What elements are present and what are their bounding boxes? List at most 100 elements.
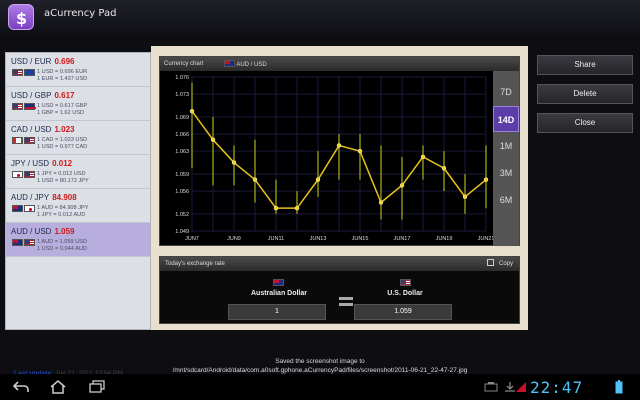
status-clock: 22:47 (530, 378, 584, 397)
copy-button[interactable]: Copy (486, 259, 513, 268)
data-point (336, 143, 342, 148)
pair-conversions: 1 USD = 0.617 GBP 1 GBP = 1.62 USD (37, 103, 87, 117)
pair-rate: 0.012 (52, 159, 73, 168)
toast-message: Saved the screenshot image to /mnt/sdcar… (0, 357, 640, 375)
us-flag-icon (12, 103, 23, 110)
share-button[interactable]: Share (537, 55, 633, 75)
x-tick-label: JUN7 (185, 236, 199, 242)
us-flag-icon (24, 239, 35, 246)
au-flag-icon (12, 239, 23, 246)
pair-line-1: 1 JPY = 0.012 USD (37, 171, 86, 177)
pair-name: USD / GBP 0.617 (11, 91, 74, 100)
australia-flag-icon (273, 279, 284, 286)
y-tick-label: 1.049 (175, 229, 189, 235)
data-point (294, 205, 300, 211)
y-tick-label: 1.073 (175, 92, 189, 98)
recent-apps-icon[interactable] (88, 380, 106, 394)
y-tick-label: 1.052 (175, 212, 189, 218)
chart-pair-label: AUD / USD (236, 62, 267, 69)
home-icon[interactable] (49, 380, 67, 394)
range-selector: 7D 14D 1M 3M 6M (493, 71, 519, 246)
pair-name: AUD / USD 1.059 (11, 227, 74, 236)
pair-name: CAD / USD 1.023 (11, 125, 74, 134)
pair-line-2: 1 JPY = 0.012 AUD (37, 212, 86, 218)
range-button-14d[interactable]: 14D (493, 106, 519, 132)
from-amount-field[interactable]: 1 (228, 304, 326, 320)
to-amount-field[interactable]: 1.059 (354, 304, 452, 320)
toast-line-1: Saved the screenshot image to (275, 358, 365, 365)
exchange-title: Today's exchange rate (165, 261, 225, 267)
pair-label: JPY / USD (11, 159, 50, 168)
svg-text:$: $ (16, 9, 27, 28)
range-button-6m[interactable]: 6M (493, 187, 519, 213)
pair-line-1: 1 CAD = 1.023 USD (37, 137, 88, 143)
chart-title: Currency chart (164, 61, 204, 67)
exchange-header: Today's exchange rate Copy (160, 257, 519, 271)
signal-icon (516, 382, 526, 392)
x-tick-label: JUN17 (394, 236, 411, 242)
eu-flag-icon (24, 69, 35, 76)
pair-line-1: 1 AUD = 1.059 USD (37, 239, 87, 245)
us-flag-icon (24, 171, 35, 178)
data-point (462, 194, 468, 199)
pair-line-2: 1 USD = 0.944 AUD (37, 246, 87, 252)
battery-icon (615, 380, 623, 394)
currency-pair-row[interactable]: CAD / USD 1.023 1 CAD = 1.023 USD 1 USD = 0… (6, 121, 150, 155)
pair-rate: 1.023 (54, 125, 75, 134)
pair-label: USD / GBP (11, 91, 52, 100)
pair-rate: 84.908 (52, 193, 77, 202)
data-point (378, 200, 384, 205)
range-button-7d[interactable]: 7D (493, 79, 519, 105)
us-flag-icon (24, 137, 35, 144)
ca-flag-icon (12, 137, 23, 144)
app-title: aCurrency Pad (44, 8, 117, 19)
data-point (252, 177, 258, 182)
data-point (441, 166, 447, 171)
y-tick-label: 1.059 (175, 172, 189, 178)
copy-label: Copy (498, 261, 513, 268)
pair-label: AUD / USD (11, 227, 52, 236)
x-tick-label: JUN13 (310, 236, 327, 242)
exchange-rate-panel: Today's exchange rate Copy Australian Do… (159, 256, 520, 324)
range-button-3m[interactable]: 3M (493, 160, 519, 186)
pair-rate: 0.617 (54, 91, 75, 100)
back-icon[interactable] (12, 380, 30, 394)
y-tick-label: 1.076 (175, 75, 189, 81)
currency-pair-row[interactable]: AUD / USD 1.059 1 AUD = 1.059 USD 1 USD = 0… (6, 223, 150, 257)
data-point (357, 148, 363, 154)
x-tick-label: JUN11 (268, 236, 284, 242)
y-tick-label: 1.063 (175, 149, 189, 155)
pair-conversions: 1 AUD = 1.059 USD 1 USD = 0.944 AUD (37, 239, 87, 253)
title-bar: $ aCurrency Pad (0, 0, 640, 34)
jp-flag-icon (12, 171, 23, 178)
pair-line-1: 1 USD = 0.696 EUR (37, 69, 88, 75)
rate-line-chart: 1.049 1.052 1.056 1.059 1.063 1.066 1.069 1.073… (175, 75, 494, 242)
to-currency-name: U.S. Dollar (387, 290, 423, 297)
pair-label: AUD / JPY (11, 193, 50, 202)
data-point (210, 137, 216, 142)
data-point (399, 183, 405, 188)
main-content: Currency chart AUD / USD 1.049 1.052 1.056… (151, 46, 528, 330)
pair-line-2: 1 GBP = 1.62 USD (37, 110, 85, 116)
currency-pair-row[interactable]: JPY / USD 0.012 1 JPY = 0.012 USD 1 USD = 8… (6, 155, 150, 189)
y-tick-label: 1.069 (175, 115, 189, 121)
close-button[interactable]: Close (537, 113, 633, 133)
currency-pair-row[interactable]: USD / GBP 0.617 1 USD = 0.617 GBP 1 GBP = 1… (6, 87, 150, 121)
pair-label: USD / EUR (11, 57, 52, 66)
data-point (315, 177, 321, 182)
jp-flag-icon (24, 205, 35, 212)
currency-pair-row[interactable]: AUD / JPY 84.908 1 AUD = 84.908 JPY 1 JPY =… (6, 189, 150, 223)
currency-pair-row[interactable]: USD / EUR 0.696 1 USD = 0.696 EUR 1 EUR = 1… (6, 53, 150, 87)
gb-flag-icon (24, 103, 36, 110)
australia-flag-icon (224, 60, 235, 67)
pair-name: JPY / USD 0.012 (11, 159, 72, 168)
pair-conversions: 1 USD = 0.696 EUR 1 EUR = 1.437 USD (37, 69, 87, 83)
x-tick-label: JUN19 (436, 236, 453, 242)
data-point (189, 109, 195, 114)
screenshot-icon (484, 382, 498, 392)
pair-rate: 0.696 (54, 57, 75, 66)
delete-button[interactable]: Delete (537, 84, 633, 104)
pair-line-1: 1 USD = 0.617 GBP (37, 103, 88, 109)
au-flag-icon (12, 205, 23, 212)
range-button-1m[interactable]: 1M (493, 133, 519, 159)
